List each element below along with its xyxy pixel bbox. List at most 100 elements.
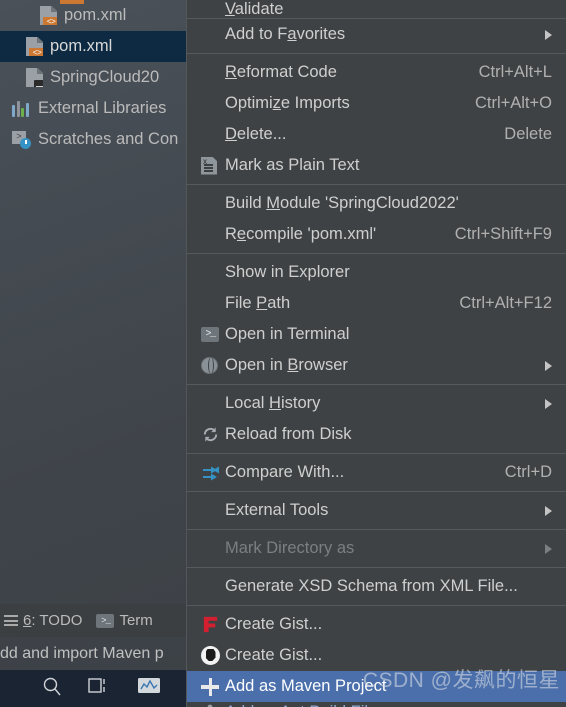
tree-item-pom-xml-child[interactable]: <> pom.xml	[0, 0, 186, 31]
menu-item-label: Create Gist...	[225, 646, 323, 664]
menu-separator	[187, 253, 566, 254]
menu-item-create-gist-gitlab[interactable]: Create Gist...	[187, 609, 566, 640]
tree-item-scratches[interactable]: > Scratches and Con	[0, 124, 186, 155]
chevron-right-icon	[545, 29, 552, 40]
menu-item-generate-xsd-schema[interactable]: Generate XSD Schema from XML File...	[187, 571, 566, 602]
xml-file-icon: <>	[40, 6, 57, 25]
menu-item-label: Validate	[225, 0, 284, 18]
tree-item-pom-xml-selected[interactable]: <> pom.xml	[0, 31, 186, 62]
menu-separator	[187, 529, 566, 530]
tree-item-label: Scratches and Con	[38, 130, 179, 148]
status-bar: 6: TODO >_ Term	[0, 604, 186, 637]
menu-item-add-as-maven-project[interactable]: Add as Maven Project	[187, 671, 566, 702]
module-badge	[34, 80, 43, 87]
icon-slot	[201, 677, 225, 696]
xml-badge: <>	[29, 48, 43, 56]
menu-item-label: Mark Directory as	[225, 539, 355, 557]
menu-item-shortcut: Ctrl+Shift+F9	[454, 225, 552, 243]
menu-item-label: Local History	[225, 394, 321, 412]
monitor-app-icon[interactable]	[136, 676, 162, 701]
menu-separator	[187, 453, 566, 454]
menu-item-label: File Path	[225, 294, 291, 312]
menu-item-label: Build Module 'SpringCloud2022'	[225, 194, 459, 212]
icon-slot	[201, 615, 225, 634]
menu-item-external-tools[interactable]: External Tools	[187, 495, 566, 526]
menu-item-open-in-terminal[interactable]: >_ Open in Terminal	[187, 319, 566, 350]
menu-item-label: Reload from Disk	[225, 425, 352, 443]
menu-item-delete[interactable]: Delete... Delete	[187, 119, 566, 150]
list-icon	[4, 615, 18, 626]
xml-badge: <>	[43, 17, 57, 25]
chevron-right-icon	[545, 543, 552, 554]
menu-separator	[187, 567, 566, 568]
menu-item-recompile[interactable]: Recompile 'pom.xml' Ctrl+Shift+F9	[187, 219, 566, 250]
chevron-right-icon	[545, 360, 552, 371]
menu-item-build-module[interactable]: Build Module 'SpringCloud2022'	[187, 188, 566, 219]
menu-item-label: Show in Explorer	[225, 263, 350, 281]
xml-file-icon: <>	[26, 37, 43, 56]
external-libraries-icon	[12, 100, 31, 117]
icon-slot	[201, 357, 225, 374]
menu-item-add-to-favorites[interactable]: Add to Favorites	[187, 19, 566, 50]
menu-item-label: Delete...	[225, 125, 287, 143]
chevron-right-icon	[545, 505, 552, 516]
icon-slot	[201, 465, 225, 481]
menu-item-shortcut: Ctrl+Alt+F12	[459, 294, 552, 312]
github-icon	[201, 646, 220, 665]
gitlab-icon	[203, 616, 218, 633]
clock-badge	[20, 138, 31, 149]
compare-icon	[203, 466, 219, 480]
module-folder-icon	[26, 68, 43, 87]
menu-item-reformat-code[interactable]: Reformat Code Ctrl+Alt+L	[187, 57, 566, 88]
task-view-icon[interactable]	[88, 677, 110, 700]
menu-item-shortcut: Ctrl+Alt+O	[474, 94, 552, 112]
menu-item-label: External Tools	[225, 501, 329, 519]
plain-text-icon	[201, 156, 217, 175]
tree-item-label: pom.xml	[64, 6, 127, 24]
menu-item-create-gist-github[interactable]: Create Gist...	[187, 640, 566, 671]
search-icon[interactable]	[42, 676, 62, 701]
menu-item-label: Recompile 'pom.xml'	[225, 225, 377, 243]
menu-item-show-in-explorer[interactable]: Show in Explorer	[187, 257, 566, 288]
menu-item-add-as-ant-build-file[interactable]: Add as Ant Build File	[187, 702, 566, 707]
menu-separator	[187, 384, 566, 385]
terminal-tool-button[interactable]: >_ Term	[96, 612, 153, 629]
menu-separator	[187, 184, 566, 185]
plus-icon	[201, 677, 219, 696]
tree-item-label: SpringCloud20	[50, 68, 160, 86]
menu-item-open-in-browser[interactable]: Open in Browser	[187, 350, 566, 381]
menu-item-label: Add as Maven Project	[225, 677, 387, 695]
scratches-icon: >	[12, 131, 31, 149]
terminal-icon: >_	[96, 613, 115, 628]
context-menu[interactable]: Validate Add to Favorites Reformat Code …	[186, 0, 566, 707]
menu-item-label: Optimize Imports	[225, 94, 350, 112]
terminal-label: Term	[119, 612, 153, 629]
tree-item-label: pom.xml	[50, 37, 113, 55]
menu-item-shortcut: Delete	[504, 125, 552, 143]
menu-item-shortcut: Ctrl+Alt+L	[478, 63, 552, 81]
menu-item-label: Create Gist...	[225, 615, 323, 633]
menu-item-mark-directory-as: Mark Directory as	[187, 533, 566, 564]
icon-slot	[201, 646, 225, 665]
menu-item-local-history[interactable]: Local History	[187, 388, 566, 419]
menu-item-reload-from-disk[interactable]: Reload from Disk	[187, 419, 566, 450]
menu-item-mark-as-plain-text[interactable]: Mark as Plain Text	[187, 150, 566, 181]
menu-separator	[187, 605, 566, 606]
menu-item-label: Reformat Code	[225, 63, 337, 81]
chevron-right-icon	[545, 398, 552, 409]
project-tree: <> pom.xml <> pom.xml SpringCloud20 Exte…	[0, 0, 186, 604]
status-message: dd and import Maven p	[0, 644, 164, 662]
icon-slot	[201, 425, 225, 444]
todo-tool-button[interactable]: 6: TODO	[4, 612, 82, 629]
windows-taskbar	[0, 670, 186, 707]
menu-item-validate[interactable]: Validate	[187, 0, 566, 18]
tree-item-label: External Libraries	[38, 99, 167, 117]
tree-item-springcloud-module[interactable]: SpringCloud20	[0, 62, 186, 93]
menu-item-optimize-imports[interactable]: Optimize Imports Ctrl+Alt+O	[187, 88, 566, 119]
menu-item-compare-with[interactable]: Compare With... Ctrl+D	[187, 457, 566, 488]
terminal-icon: >_	[201, 327, 219, 342]
globe-icon	[201, 357, 218, 374]
tree-item-external-libraries[interactable]: External Libraries	[0, 93, 186, 124]
menu-item-file-path[interactable]: File Path Ctrl+Alt+F12	[187, 288, 566, 319]
menu-separator	[187, 491, 566, 492]
